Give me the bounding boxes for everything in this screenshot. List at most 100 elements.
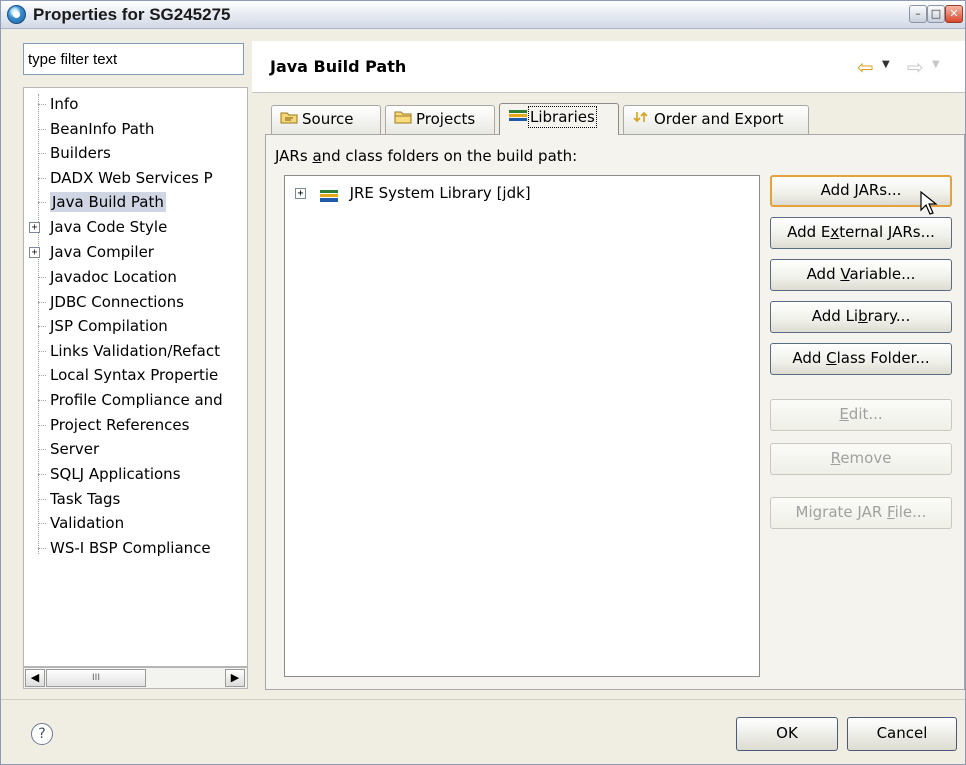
library-icon — [319, 187, 339, 202]
scroll-left-icon[interactable]: ◀ — [25, 669, 45, 687]
tree-item-label: Builders — [50, 144, 111, 162]
source-folder-icon — [280, 106, 298, 132]
tree-item-label: WS-I BSP Compliance — [50, 539, 211, 557]
tree-item-java-build-path[interactable]: Java Build Path — [50, 191, 166, 215]
title-bar[interactable]: Properties for SG245275 – □ ✕ — [1, 1, 965, 29]
edit-button[interactable]: Edit... — [770, 399, 952, 431]
tree-item-label: Project References — [50, 416, 190, 434]
forward-history-dropdown-icon[interactable]: ▼ — [932, 59, 940, 70]
expand-icon[interactable]: + — [29, 247, 40, 258]
add-variable-button[interactable]: Add Variable... — [770, 259, 952, 291]
tree-item-label: Server — [50, 440, 100, 458]
minimize-button[interactable]: – — [909, 5, 927, 23]
tree-item-label: Javadoc Location — [50, 268, 177, 286]
migrate-jar-file-button[interactable]: Migrate JAR File... — [770, 497, 952, 529]
libraries-panel: JARs and class folders on the build path… — [265, 134, 965, 690]
tree-item-profile-compliance[interactable]: Profile Compliance and — [50, 389, 223, 413]
page-header: Java Build Path ⇦ ▼ ⇨ ▼ — [252, 41, 965, 93]
back-arrow-icon[interactable]: ⇦ — [857, 55, 874, 79]
library-entry-label: JRE System Library [jdk] — [349, 184, 531, 202]
tab-order-and-export[interactable]: Order and Export — [623, 105, 809, 135]
tree-item-label: JDBC Connections — [50, 293, 184, 311]
projects-folder-icon — [394, 106, 412, 132]
cancel-button[interactable]: Cancel — [847, 717, 957, 751]
tree-connector — [38, 375, 46, 376]
tree-connector — [38, 202, 46, 203]
tree-item-label: Validation — [50, 514, 125, 532]
tree-connector — [38, 499, 46, 500]
tree-connector — [38, 523, 46, 524]
tree-connector — [38, 104, 46, 105]
library-entry[interactable]: + JRE System Library [jdk] — [295, 182, 531, 204]
ok-button[interactable]: OK — [736, 717, 838, 751]
tree-item-jdbc-connections[interactable]: JDBC Connections — [50, 291, 184, 315]
tree-item-label: JSP Compilation — [50, 317, 168, 335]
footer-divider — [1, 699, 965, 700]
scroll-right-icon[interactable]: ▶ — [225, 669, 245, 687]
property-tree: Info BeanInfo Path Builders DADX Web Ser… — [23, 87, 248, 667]
tree-connector — [38, 400, 46, 401]
tree-item-dadx-web-services[interactable]: DADX Web Services P — [50, 167, 213, 191]
page-title: Java Build Path — [270, 57, 407, 76]
tab-projects[interactable]: Projects — [385, 105, 495, 135]
tab-label: Order and Export — [654, 110, 784, 128]
properties-dialog: Properties for SG245275 – □ ✕ Info BeanI… — [0, 0, 966, 765]
tab-libraries[interactable]: Libraries — [499, 103, 619, 135]
tab-label: Projects — [416, 110, 476, 128]
libraries-label: JARs and class folders on the build path… — [275, 147, 578, 165]
close-button[interactable]: ✕ — [945, 5, 963, 23]
help-icon[interactable]: ? — [31, 723, 53, 745]
add-library-button[interactable]: Add Library... — [770, 301, 952, 333]
tree-item-task-tags[interactable]: Task Tags — [50, 488, 120, 512]
tree-item-builders[interactable]: Builders — [50, 142, 111, 166]
tree-item-local-syntax-properties[interactable]: Local Syntax Propertie — [50, 364, 218, 388]
tab-label: Source — [302, 110, 354, 128]
forward-arrow-icon[interactable]: ⇨ — [907, 55, 924, 79]
tree-connector — [38, 425, 46, 426]
scroll-thumb[interactable]: III — [46, 669, 146, 687]
tree-connector — [38, 548, 46, 549]
back-history-dropdown-icon[interactable]: ▼ — [882, 59, 890, 70]
tree-item-beaninfo-path[interactable]: BeanInfo Path — [50, 118, 154, 142]
tree-item-label: SQLJ Applications — [50, 465, 181, 483]
add-class-folder-button[interactable]: Add Class Folder... — [770, 343, 952, 375]
tree-connector — [38, 474, 46, 475]
libraries-tree[interactable]: + JRE System Library [jdk] — [284, 175, 760, 677]
tree-item-server[interactable]: Server — [50, 438, 99, 462]
tree-item-jsp-compilation[interactable]: JSP Compilation — [50, 315, 168, 339]
tree-item-label: Info — [50, 95, 79, 113]
tree-item-label: Java Build Path — [50, 192, 166, 212]
tree-item-label: DADX Web Services P — [50, 169, 213, 187]
tree-item-label: Local Syntax Propertie — [50, 366, 219, 384]
tree-item-info[interactable]: Info — [50, 93, 78, 117]
expand-icon[interactable]: + — [295, 188, 306, 199]
remove-button[interactable]: Remove — [770, 443, 952, 475]
filter-input[interactable] — [23, 43, 244, 75]
library-icon — [508, 104, 527, 130]
tree-item-sqlj-applications[interactable]: SQLJ Applications — [50, 463, 181, 487]
tab-label: Libraries — [528, 106, 597, 128]
tree-connector — [38, 449, 46, 450]
tree-connector — [38, 326, 46, 327]
tree-horizontal-scrollbar[interactable]: ◀ III ▶ — [23, 667, 248, 689]
tab-source[interactable]: Source — [271, 105, 381, 135]
tree-item-validation[interactable]: Validation — [50, 512, 124, 536]
add-external-jars-button[interactable]: Add External JARs... — [770, 217, 952, 249]
tree-item-javadoc-location[interactable]: Javadoc Location — [50, 266, 177, 290]
maximize-button[interactable]: □ — [927, 5, 945, 23]
tree-item-label: Links Validation/Refact — [50, 342, 221, 360]
tree-connector — [38, 153, 46, 154]
tree-item-java-compiler[interactable]: Java Compiler — [50, 241, 154, 265]
tree-connector — [38, 178, 46, 179]
tree-item-java-code-style[interactable]: Java Code Style — [50, 216, 167, 240]
tree-connector — [38, 129, 46, 130]
tree-item-ws-i-bsp-compliance[interactable]: WS-I BSP Compliance — [50, 537, 211, 561]
tree-item-label: Java Compiler — [50, 243, 154, 261]
expand-icon[interactable]: + — [29, 222, 40, 233]
tree-connector — [38, 277, 46, 278]
tree-item-links-validation[interactable]: Links Validation/Refact — [50, 340, 220, 364]
tree-connector — [38, 351, 46, 352]
window-title: Properties for SG245275 — [33, 5, 231, 24]
tree-connector — [38, 302, 46, 303]
tree-item-project-references[interactable]: Project References — [50, 414, 189, 438]
